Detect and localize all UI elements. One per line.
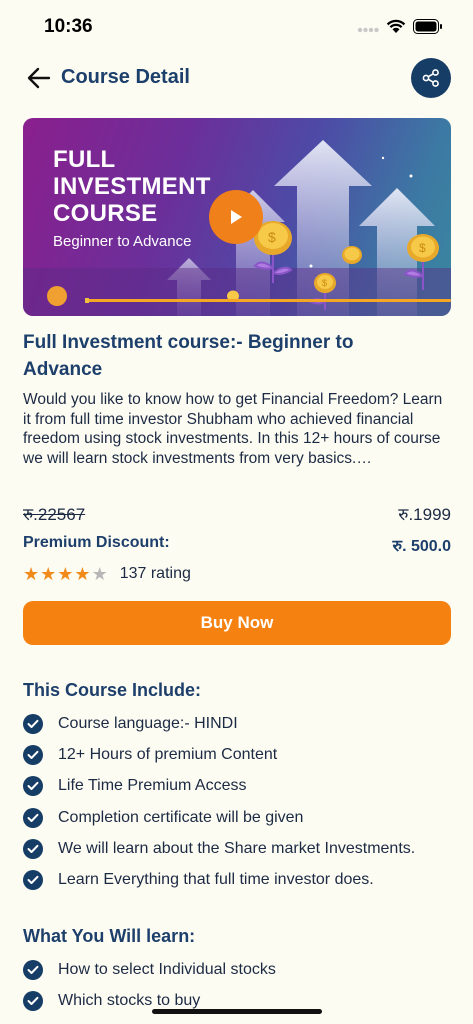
check-icon	[23, 959, 43, 980]
page-title: Course Detail	[61, 66, 190, 88]
list-item: How to select Individual stocks	[23, 954, 451, 985]
original-price: रु.22567	[23, 505, 86, 524]
price-row: रु.22567 रु.1999	[23, 502, 451, 524]
check-icon	[23, 776, 43, 797]
list-item: Life Time Premium Access	[23, 771, 451, 802]
star-icon: ★	[74, 564, 91, 584]
check-icon	[23, 713, 43, 734]
learn-section-title: What You Will learn:	[23, 926, 196, 946]
play-icon	[231, 210, 242, 224]
home-indicator[interactable]	[152, 1009, 322, 1014]
current-price: रु.1999	[398, 505, 451, 524]
list-item: Learn Everything that full time investor…	[23, 864, 451, 895]
course-title: Full Investment course:- Beginner to Adv…	[23, 332, 354, 380]
learn-list: How to select Individual stocks Which sto…	[23, 954, 451, 1017]
status-bar: 10:36	[0, 0, 473, 52]
wifi-icon	[386, 19, 406, 33]
banner-title: FULL INVESTMENT COURSE	[53, 146, 211, 227]
check-icon	[23, 744, 43, 765]
list-item: We will learn about the Share market Inv…	[23, 833, 451, 864]
channel-logo	[47, 286, 67, 306]
list-item-text: Life Time Premium Access	[58, 777, 247, 795]
list-item-text: We will learn about the Share market Inv…	[58, 839, 416, 857]
video-progress-handle[interactable]	[85, 298, 89, 303]
signal-icon	[357, 27, 379, 33]
discount-value: रु. 500.0	[392, 538, 452, 555]
star-icon: ★	[23, 564, 40, 584]
list-item-text: 12+ Hours of premium Content	[58, 745, 278, 763]
share-button[interactable]	[411, 58, 451, 98]
svg-text:$: $	[322, 278, 327, 288]
status-time: 10:36	[44, 16, 93, 37]
rating-stars: ★ ★ ★ ★ ★	[23, 564, 108, 584]
check-icon	[23, 870, 43, 891]
list-item-text: Learn Everything that full time investor…	[58, 871, 374, 889]
video-progress-bar[interactable]	[85, 299, 451, 302]
star-icon: ★	[40, 564, 57, 584]
banner-subtitle: Beginner to Advance	[53, 233, 192, 250]
star-icon: ★	[91, 564, 108, 584]
list-item-text: Completion certificate will be given	[58, 808, 304, 826]
list-item: 12+ Hours of premium Content	[23, 739, 451, 770]
battery-icon	[413, 19, 442, 34]
includes-section-title: This Course Include:	[23, 680, 202, 700]
check-icon	[23, 990, 43, 1011]
list-item: Completion certificate will be given	[23, 802, 451, 833]
svg-text:$: $	[268, 229, 276, 245]
includes-list: Course language:- HINDI 12+ Hours of prem…	[23, 708, 451, 896]
star-icon: ★	[57, 564, 74, 584]
list-item-text: How to select Individual stocks	[58, 960, 276, 978]
check-icon	[23, 838, 43, 859]
play-button[interactable]	[209, 190, 263, 244]
back-arrow-icon[interactable]	[26, 65, 52, 91]
app-header: Course Detail	[0, 56, 473, 100]
discount-label: Premium Discount:	[23, 534, 170, 551]
share-icon	[422, 69, 439, 87]
check-icon	[23, 807, 43, 828]
list-item-text: Which stocks to buy	[58, 991, 201, 1009]
list-item-text: Course language:- HINDI	[58, 714, 238, 732]
rating-count: 137 rating	[119, 565, 191, 582]
list-item: Course language:- HINDI	[23, 708, 451, 739]
course-description: Would you like to know how to get Financ…	[23, 391, 443, 467]
discount-row: Premium Discount: रु. 500.0	[23, 534, 451, 556]
course-video-thumbnail[interactable]: $ $ $ FULL INVESTMENT COURSE Beginner to…	[23, 118, 451, 316]
buy-now-button[interactable]: Buy Now	[23, 601, 451, 645]
rating-row: ★ ★ ★ ★ ★ 137 rating	[23, 563, 191, 585]
svg-text:$: $	[419, 241, 426, 255]
